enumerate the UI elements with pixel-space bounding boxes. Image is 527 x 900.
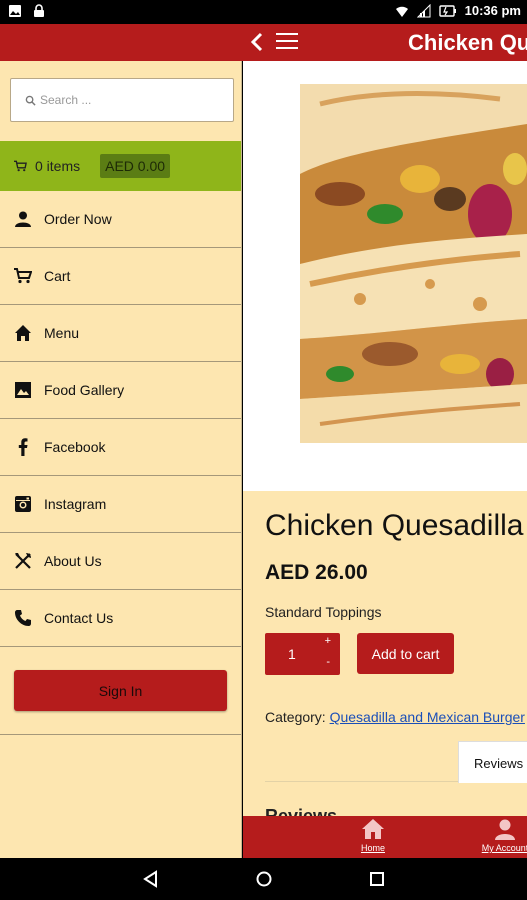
category-label: Category: (265, 709, 326, 725)
mini-cart[interactable]: 0 items AED 0.00 (0, 141, 241, 191)
bottom-navigation: Home My Account (243, 816, 527, 858)
nav-item-about-us[interactable]: About Us (0, 533, 241, 590)
bottom-nav-label: My Account (481, 843, 527, 853)
battery-icon (438, 4, 456, 17)
status-bar: 10:36 pm (0, 0, 527, 24)
lock-icon (34, 4, 44, 17)
decrement-button[interactable]: - (326, 656, 330, 668)
search-icon (25, 95, 36, 106)
recents-square-icon[interactable] (368, 870, 386, 888)
signal-icon (416, 3, 431, 17)
hamburger-menu-icon[interactable] (276, 33, 298, 51)
nav-label: About Us (44, 553, 102, 569)
system-navigation-bar (0, 858, 527, 900)
product-image[interactable] (300, 84, 527, 443)
nav-item-contact-us[interactable]: Contact Us (0, 590, 241, 647)
tab-reviews[interactable]: Reviews (0) (458, 741, 527, 783)
home-icon (362, 819, 384, 839)
product-page: Chicken Quesadilla AED 26.00 Standard To… (243, 61, 527, 816)
reviews-heading: Reviews (265, 806, 338, 816)
nav-label: Instagram (44, 496, 107, 512)
add-to-cart-button[interactable]: Add to cart (357, 633, 454, 674)
image-icon (14, 381, 32, 399)
increment-button[interactable]: + (325, 635, 331, 647)
product-price: AED 26.00 (265, 561, 368, 584)
app-bar: Chicken Quesadilla (0, 24, 527, 61)
sign-in-button[interactable]: Sign In (14, 670, 227, 711)
search-input[interactable]: Search ... (10, 78, 234, 122)
home-icon (14, 324, 32, 342)
nav-label: Food Gallery (44, 382, 125, 398)
nav-item-food-gallery[interactable]: Food Gallery (0, 362, 241, 419)
phone-icon (14, 609, 32, 627)
search-container: Search ... (0, 61, 241, 141)
image-notification-icon (9, 5, 21, 17)
product-image-container (243, 61, 527, 491)
nav-label: Contact Us (44, 610, 114, 626)
facebook-icon (14, 438, 32, 456)
instagram-icon (14, 495, 32, 513)
cart-item-count: 0 items (35, 158, 81, 174)
category-link[interactable]: Quesadilla and Mexican Burger (330, 709, 525, 725)
option-label: Standard Toppings (265, 604, 382, 620)
utensils-icon (14, 552, 32, 570)
person-icon (495, 819, 515, 840)
wifi-icon (395, 6, 408, 17)
cart-total: AED 0.00 (100, 154, 171, 178)
nav-item-order-now[interactable]: Order Now (0, 191, 241, 248)
bottom-nav-home[interactable]: Home (343, 818, 403, 853)
product-category: Category: Quesadilla and Mexican Burger (265, 709, 525, 725)
clock: 10:36 pm (464, 3, 521, 18)
back-icon[interactable] (250, 31, 264, 59)
nav-item-menu[interactable]: Menu (0, 305, 241, 362)
nav-label: Facebook (44, 439, 106, 455)
nav-item-cart[interactable]: Cart (0, 248, 241, 305)
nav-label: Menu (44, 325, 80, 341)
cart-icon (14, 267, 32, 285)
nav-label: Order Now (44, 211, 112, 227)
nav-item-instagram[interactable]: Instagram (0, 476, 241, 533)
nav-label: Cart (44, 268, 71, 284)
search-placeholder: Search ... (40, 93, 92, 107)
quantity-value[interactable]: 1 (288, 646, 296, 662)
bottom-nav-label: Home (360, 843, 385, 853)
sign-in-container: Sign In (0, 647, 241, 735)
quantity-stepper[interactable]: 1 + - (265, 633, 340, 675)
cart-icon (14, 160, 27, 172)
nav-item-facebook[interactable]: Facebook (0, 419, 241, 476)
person-icon (14, 210, 32, 228)
bottom-nav-account[interactable]: My Account (475, 818, 527, 853)
navigation-drawer: Search ... 0 items AED 0.00 Order Now Ca… (0, 61, 242, 858)
back-triangle-icon[interactable] (142, 870, 160, 888)
page-title: Chicken Quesadilla (408, 30, 527, 55)
home-circle-icon[interactable] (255, 870, 273, 888)
product-title: Chicken Quesadilla (265, 509, 524, 542)
